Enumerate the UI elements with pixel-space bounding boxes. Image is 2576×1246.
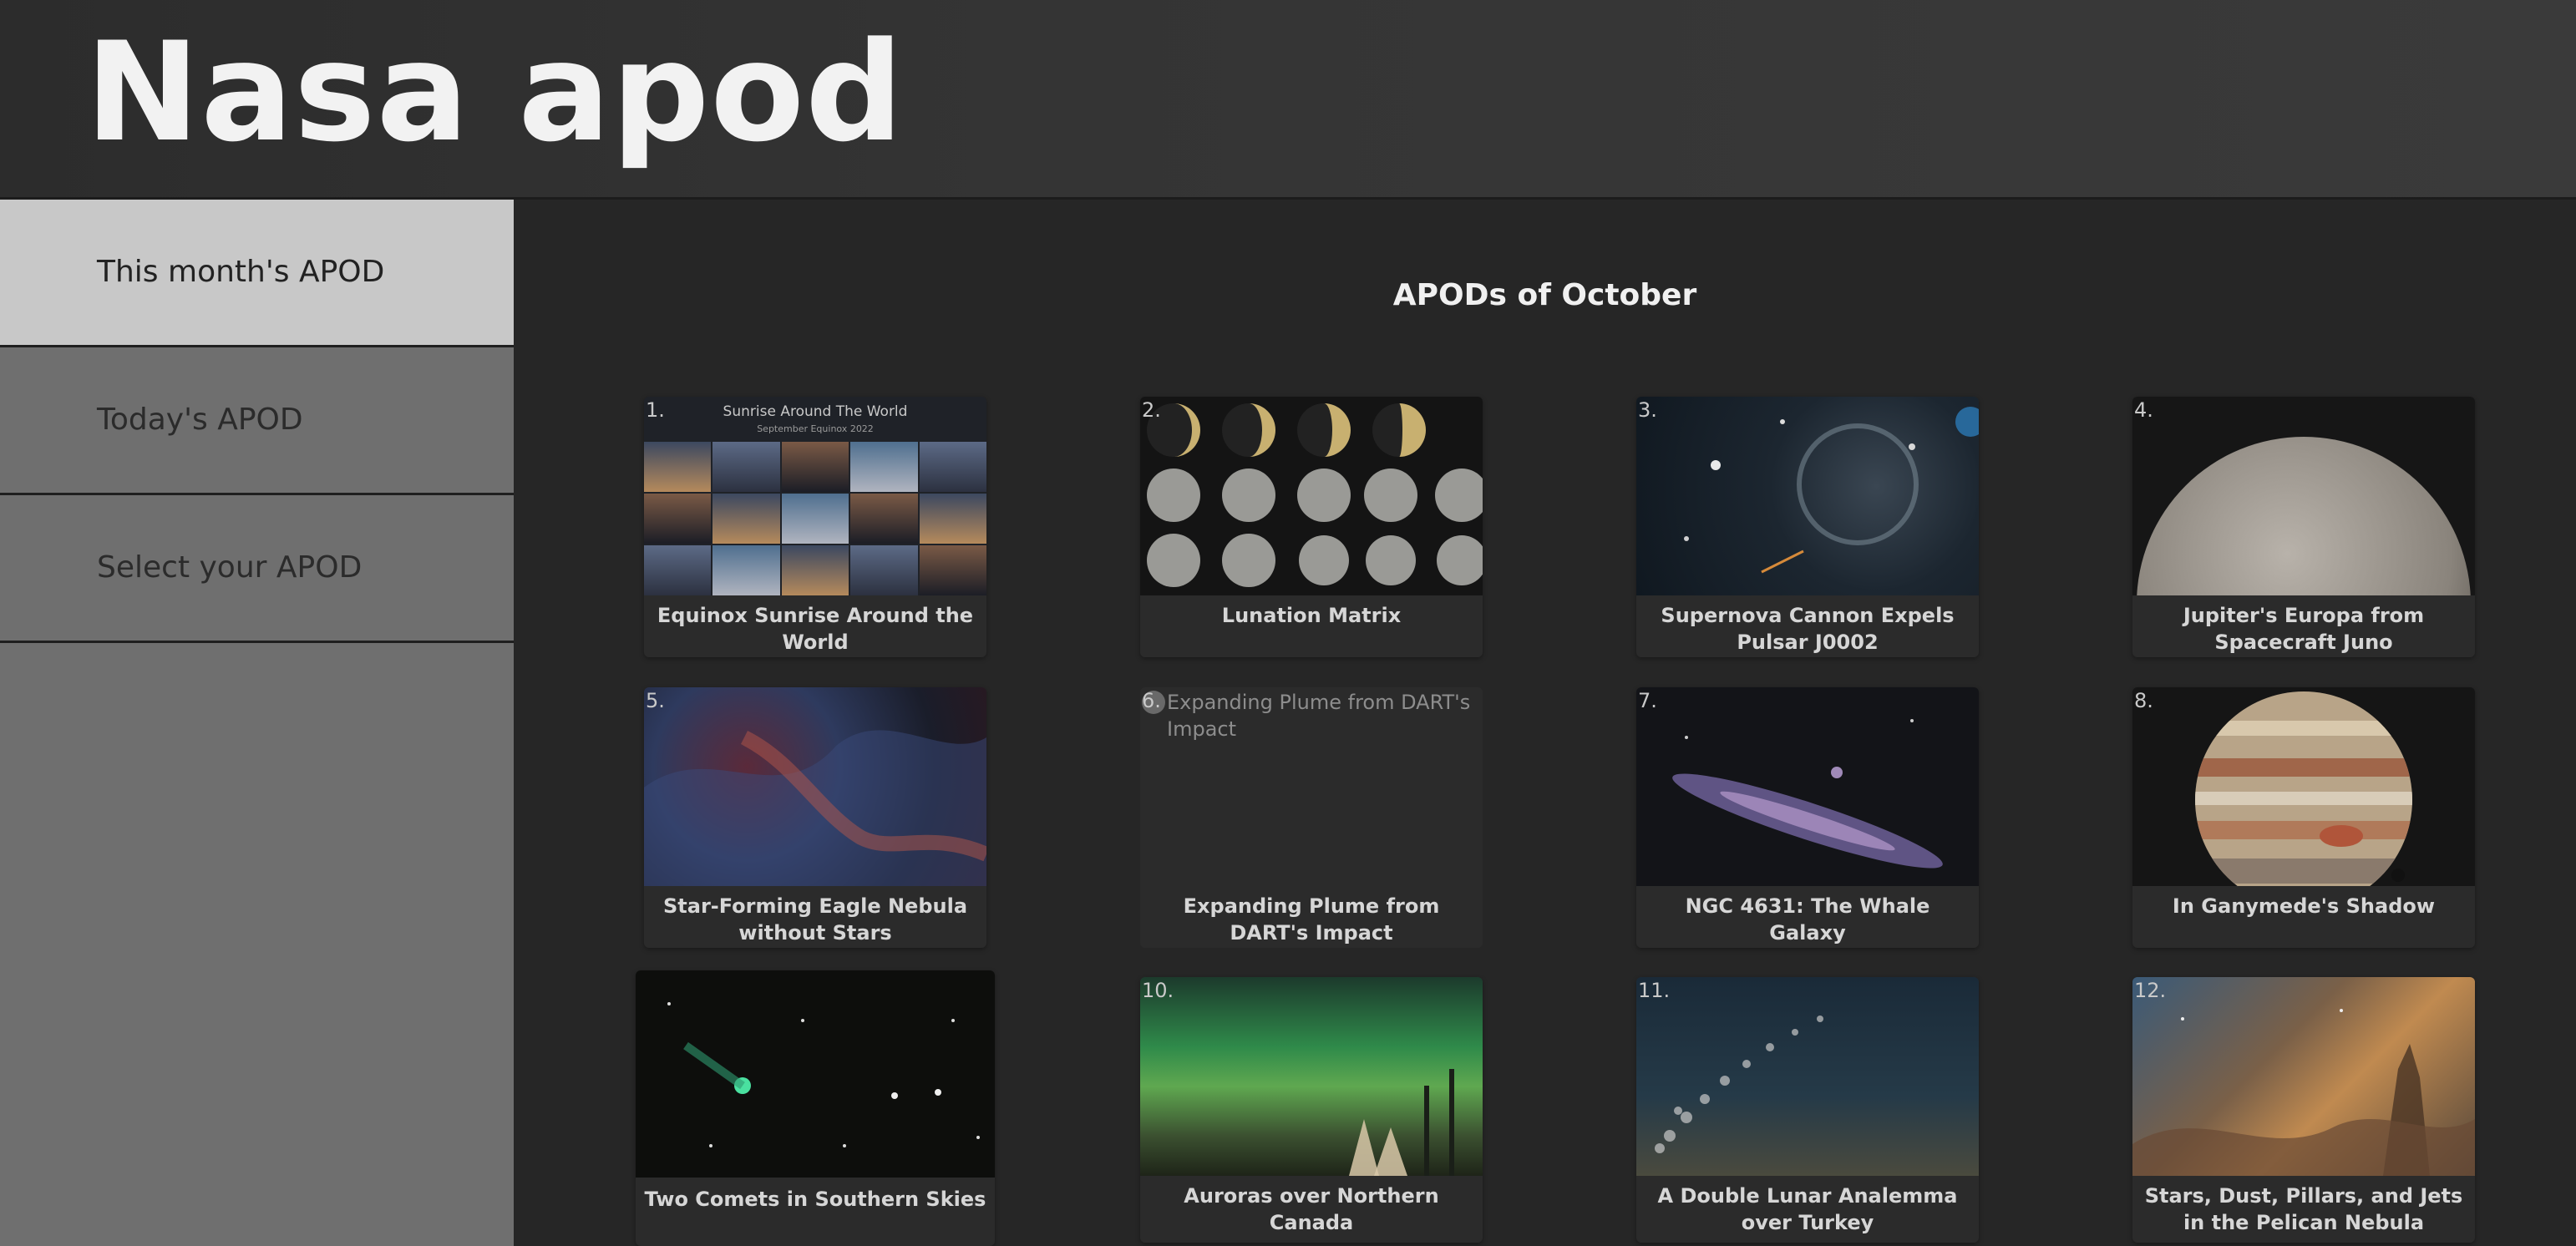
apod-card[interactable]: 2. Lunation Matrix bbox=[1140, 397, 1483, 657]
card-number: 3. bbox=[1638, 398, 1657, 422]
card-number: 6. bbox=[1142, 689, 1161, 712]
moon-phases-image bbox=[1147, 403, 1483, 587]
apod-card[interactable]: 3. Supernova Cannon Expels Pulsar J0002 bbox=[1636, 397, 1979, 657]
apod-thumbnail-broken[interactable]: Expanding Plume from DART's Impact bbox=[1140, 687, 1483, 886]
card-number: 7. bbox=[1638, 689, 1657, 712]
eagle-nebula-image bbox=[644, 730, 986, 886]
card-number: 4. bbox=[2134, 398, 2153, 422]
sidebar-item-label: This month's APOD bbox=[97, 255, 385, 289]
apod-thumbnail[interactable]: Sunrise Around The World September Equin… bbox=[644, 397, 986, 595]
card-title: Auroras over Northern Canada bbox=[1184, 1184, 1439, 1234]
apod-card[interactable]: 11. A Double Lunar Analemma over Turkey bbox=[1636, 977, 1979, 1243]
card-title: NGC 4631: The Whale Galaxy bbox=[1685, 894, 1930, 945]
apod-card[interactable]: 8. In Ganymede's Shadow bbox=[2132, 687, 2475, 948]
card-title: Jupiter's Europa from Spacecraft Juno bbox=[2183, 604, 2425, 654]
apod-card[interactable]: Two Comets in Southern Skies bbox=[636, 970, 995, 1246]
card-title: Supernova Cannon Expels Pulsar J0002 bbox=[1661, 604, 1955, 654]
card-title: Stars, Dust, Pillars, and Jets in the Pe… bbox=[2144, 1184, 2463, 1234]
card-title: Two Comets in Southern Skies bbox=[644, 1188, 986, 1211]
card-number: 11. bbox=[1638, 979, 1671, 1002]
site-header: Nasa apod bbox=[0, 0, 2576, 200]
card-title: Lunation Matrix bbox=[1221, 604, 1402, 627]
aurora-image bbox=[1349, 1069, 1454, 1176]
thumbnail-collage bbox=[644, 442, 986, 595]
europa-image bbox=[2137, 437, 2471, 595]
apod-thumbnail[interactable] bbox=[1636, 687, 1979, 886]
card-number: 10. bbox=[1142, 979, 1174, 1002]
apod-thumbnail[interactable] bbox=[2132, 977, 2475, 1176]
apod-thumbnail[interactable] bbox=[644, 687, 986, 886]
card-title: A Double Lunar Analemma over Turkey bbox=[1657, 1184, 1958, 1234]
thumbnail-subtitle: September Equinox 2022 bbox=[757, 423, 874, 434]
card-title: Equinox Sunrise Around the World bbox=[657, 604, 974, 654]
apod-card[interactable]: Expanding Plume from DART's Impact 6. Ex… bbox=[1140, 687, 1483, 948]
thumbnail-title: Sunrise Around The World bbox=[723, 403, 908, 420]
main-content: APODs of October Sunrise Around The Worl… bbox=[514, 200, 2576, 1246]
sidebar-item-select[interactable]: Select your APOD bbox=[0, 495, 514, 643]
card-number: 1. bbox=[646, 398, 665, 422]
apod-thumbnail[interactable] bbox=[1140, 977, 1483, 1176]
sidebar-item-label: Today's APOD bbox=[97, 403, 303, 437]
card-title: Star-Forming Eagle Nebula without Stars bbox=[662, 894, 968, 945]
apod-card[interactable]: 4. Jupiter's Europa from Spacecraft Juno bbox=[2132, 397, 2475, 657]
apod-thumbnail[interactable] bbox=[2132, 687, 2475, 886]
card-title: In Ganymede's Shadow bbox=[2172, 894, 2436, 918]
site-title: Nasa apod bbox=[85, 13, 905, 172]
apod-thumbnail[interactable] bbox=[1636, 977, 1979, 1176]
card-number: 5. bbox=[646, 689, 665, 712]
sidebar-item-today[interactable]: Today's APOD bbox=[0, 347, 514, 495]
comets-image bbox=[667, 1002, 980, 1147]
apod-card[interactable]: 5. Star-Forming Eagle Nebula without Sta… bbox=[644, 687, 986, 948]
card-number: 12. bbox=[2134, 979, 2167, 1002]
card-number: 2. bbox=[1142, 398, 1161, 422]
image-alt-text: Expanding Plume from DART's Impact bbox=[1167, 691, 1471, 741]
card-number: 8. bbox=[2134, 689, 2153, 712]
sidebar: This month's APOD Today's APOD Select yo… bbox=[0, 200, 514, 1246]
apod-card[interactable]: 10. Auroras over Northern Canada bbox=[1140, 977, 1483, 1243]
apod-thumbnail[interactable] bbox=[636, 970, 995, 1178]
apod-card[interactable]: 12. Stars, Dust, Pillars, and Jets in th… bbox=[2132, 977, 2475, 1243]
apod-card[interactable]: Sunrise Around The World September Equin… bbox=[644, 397, 986, 657]
sidebar-item-this-month[interactable]: This month's APOD bbox=[0, 200, 514, 347]
card-title: Expanding Plume from DART's Impact bbox=[1183, 894, 1440, 945]
sidebar-item-label: Select your APOD bbox=[97, 550, 363, 585]
apod-card[interactable]: 7. NGC 4631: The Whale Galaxy bbox=[1636, 687, 1979, 948]
apod-thumbnail[interactable] bbox=[2132, 397, 2475, 595]
apod-thumbnail[interactable] bbox=[1140, 397, 1483, 595]
supernova-image bbox=[1684, 407, 1979, 574]
pelican-nebula-image bbox=[2132, 1009, 2475, 1176]
lunar-analemma-image bbox=[1655, 1016, 1823, 1153]
whale-galaxy-image bbox=[1672, 719, 1943, 869]
jupiter-image bbox=[2195, 691, 2412, 886]
page-title: APODs of October bbox=[1392, 278, 1697, 312]
apod-thumbnail[interactable] bbox=[1636, 397, 1979, 595]
